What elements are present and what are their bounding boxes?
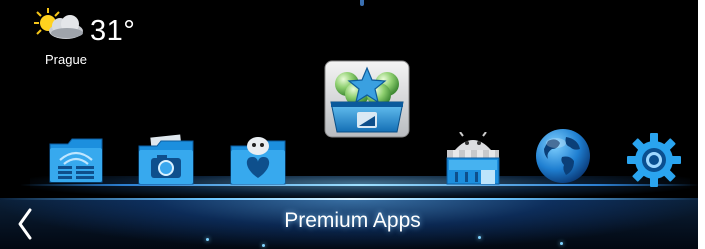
bottom-bar: Premium Apps	[0, 198, 705, 249]
city-label: Prague	[45, 52, 87, 67]
wifi-folder-icon	[49, 138, 103, 183]
globe-icon	[536, 129, 590, 183]
star-basket-icon	[324, 60, 410, 138]
premium-apps-store-button[interactable]	[323, 60, 411, 138]
weather-widget[interactable]: 31° Prague	[32, 6, 172, 76]
favorites-app-button[interactable]	[229, 132, 287, 186]
sun-cloud-icon	[32, 6, 86, 42]
glow-spark	[560, 242, 563, 245]
page-indicator	[360, 0, 364, 6]
settings-app-button[interactable]	[625, 131, 683, 189]
gear-icon	[627, 133, 681, 187]
android-store-icon	[446, 132, 500, 185]
camera-folder-icon	[138, 134, 194, 185]
heart-folder-icon	[230, 137, 286, 185]
temperature-label: 31°	[90, 15, 136, 47]
bar-title: Premium Apps	[284, 209, 421, 232]
photos-app-button[interactable]	[137, 134, 195, 186]
home-screen: 31° Prague Premium Apps	[0, 0, 705, 249]
glow-spark	[262, 244, 265, 247]
file-manager-app-button[interactable]	[48, 134, 104, 184]
screen-edge	[698, 0, 705, 249]
dock-divider	[20, 184, 700, 186]
browser-app-button[interactable]	[534, 127, 592, 185]
android-market-app-button[interactable]	[443, 132, 503, 186]
glow-spark	[478, 236, 481, 239]
glow-spark	[206, 238, 209, 241]
